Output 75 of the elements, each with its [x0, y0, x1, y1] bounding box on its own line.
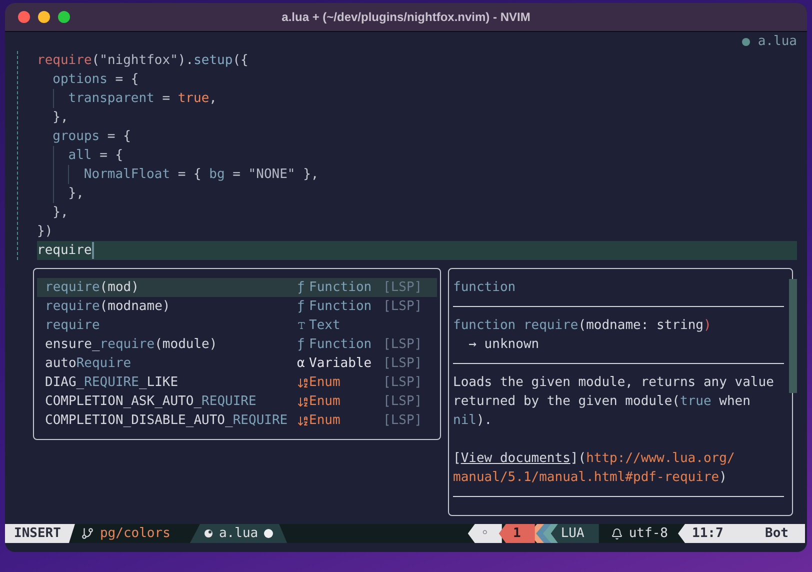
- code-line: options = {: [52, 71, 139, 89]
- code-line: groups = {: [52, 128, 131, 146]
- completion-kind: Function: [309, 278, 373, 297]
- completion-item[interactable]: COMPLETION_DISABLE_AUTO_REQUIRE Enum [LSP]: [37, 411, 437, 430]
- completion-label: require(mod): [44, 278, 140, 297]
- dot-icon: [742, 38, 750, 46]
- kind-icon: ƒ: [297, 278, 305, 298]
- sort-icon: [297, 414, 309, 426]
- sort-icon: [297, 376, 309, 388]
- winbar-filename: a.lua: [758, 32, 797, 51]
- sort-icon: [297, 396, 309, 408]
- completion-source: [LSP]: [383, 278, 422, 297]
- file-encoding: utf-8: [628, 524, 668, 543]
- completion-label: require: [44, 316, 101, 335]
- cursor-position: 11:7: [678, 524, 748, 543]
- code-line: },: [68, 185, 84, 203]
- doc-paragraph: Loads the given module, returns any value returned by the given module(true when nil).: [453, 374, 775, 430]
- completion-item[interactable]: DIAG_REQUIRE_LIKE Enum [LSP]: [37, 373, 437, 392]
- completion-label: require(modname): [44, 298, 172, 316]
- file-type: LUA: [550, 524, 599, 543]
- maximize-button[interactable]: [58, 11, 70, 23]
- completion-source: [LSP]: [383, 298, 422, 316]
- completion-kind: Function: [309, 298, 373, 316]
- completion-item[interactable]: require(modname) ƒ Function [LSP]: [37, 297, 437, 316]
- completion-item[interactable]: autoRequire α Variable [LSP]: [37, 354, 437, 373]
- completion-item[interactable]: require Text: [37, 316, 437, 335]
- completion-label: ensure_require(module): [44, 336, 218, 354]
- minimize-button[interactable]: [38, 11, 50, 23]
- completion-kind: Variable: [309, 354, 373, 373]
- git-branch: pg/colors: [100, 524, 172, 543]
- kind-icon: ƒ: [297, 296, 305, 316]
- text-icon: [297, 321, 306, 330]
- lsp-status: ◦: [468, 524, 502, 543]
- completion-label: COMPLETION_DISABLE_AUTO_REQUIRE: [44, 412, 289, 430]
- completion-item[interactable]: ensure_require(module) ƒ Function [LSP]: [37, 335, 437, 354]
- kind-icon: α: [297, 354, 305, 374]
- file-name: a.lua: [218, 524, 258, 543]
- code-line: require: [37, 242, 92, 260]
- scroll-position: Bot: [748, 524, 805, 543]
- scrollbar-thumb[interactable]: [789, 279, 797, 393]
- code-line: all = {: [68, 147, 124, 165]
- branch-icon: [80, 527, 94, 540]
- completion-label: COMPLETION_ASK_AUTO_REQUIRE: [44, 392, 258, 411]
- completion-kind: Function: [309, 336, 373, 354]
- doc-link[interactable]: [View documents](http://www.lua.org/ manual/5.1/manual.html#pdf-require): [453, 449, 782, 487]
- window-title: a.lua + (~/dev/plugins/nightfox.nvim) - NVIM: [282, 9, 530, 26]
- completion-source: [LSP]: [383, 354, 422, 373]
- mode-indicator: INSERT: [5, 524, 75, 543]
- code-line: NormalFloat = { bg = "NONE" },: [84, 166, 319, 184]
- kind-icon: ƒ: [297, 334, 305, 354]
- completion-item[interactable]: require(mod) ƒ Function [LSP]: [37, 278, 437, 297]
- completion-source: [LSP]: [383, 374, 422, 392]
- close-button[interactable]: [18, 11, 30, 23]
- signature-line: function require(modname: string): [453, 316, 712, 335]
- code-line: }): [37, 223, 53, 241]
- doc-heading: function: [453, 278, 516, 297]
- completion-label: autoRequire: [44, 354, 132, 373]
- bell-icon: [610, 528, 623, 540]
- completion-label: DIAG_REQUIRE_LIKE: [44, 374, 180, 392]
- completion-item[interactable]: COMPLETION_ASK_AUTO_REQUIRE Enum [LSP]: [37, 392, 437, 411]
- file-icon: [204, 529, 213, 538]
- completion-kind: Enum: [309, 412, 342, 430]
- code-line: transparent = true,: [68, 90, 217, 108]
- completion-source: [LSP]: [383, 412, 422, 430]
- text-cursor: [92, 242, 94, 259]
- signature-line: → unknown: [468, 336, 540, 354]
- code-line: require("nightfox").setup({: [37, 52, 248, 70]
- completion-kind: Enum: [309, 374, 342, 392]
- completion-source: [LSP]: [383, 336, 422, 354]
- error-count: 1: [498, 524, 535, 543]
- code-line: },: [52, 204, 68, 222]
- completion-source: [LSP]: [383, 392, 422, 411]
- completion-kind: Text: [309, 316, 342, 335]
- code-line: },: [52, 109, 68, 127]
- completion-kind: Enum: [309, 392, 342, 411]
